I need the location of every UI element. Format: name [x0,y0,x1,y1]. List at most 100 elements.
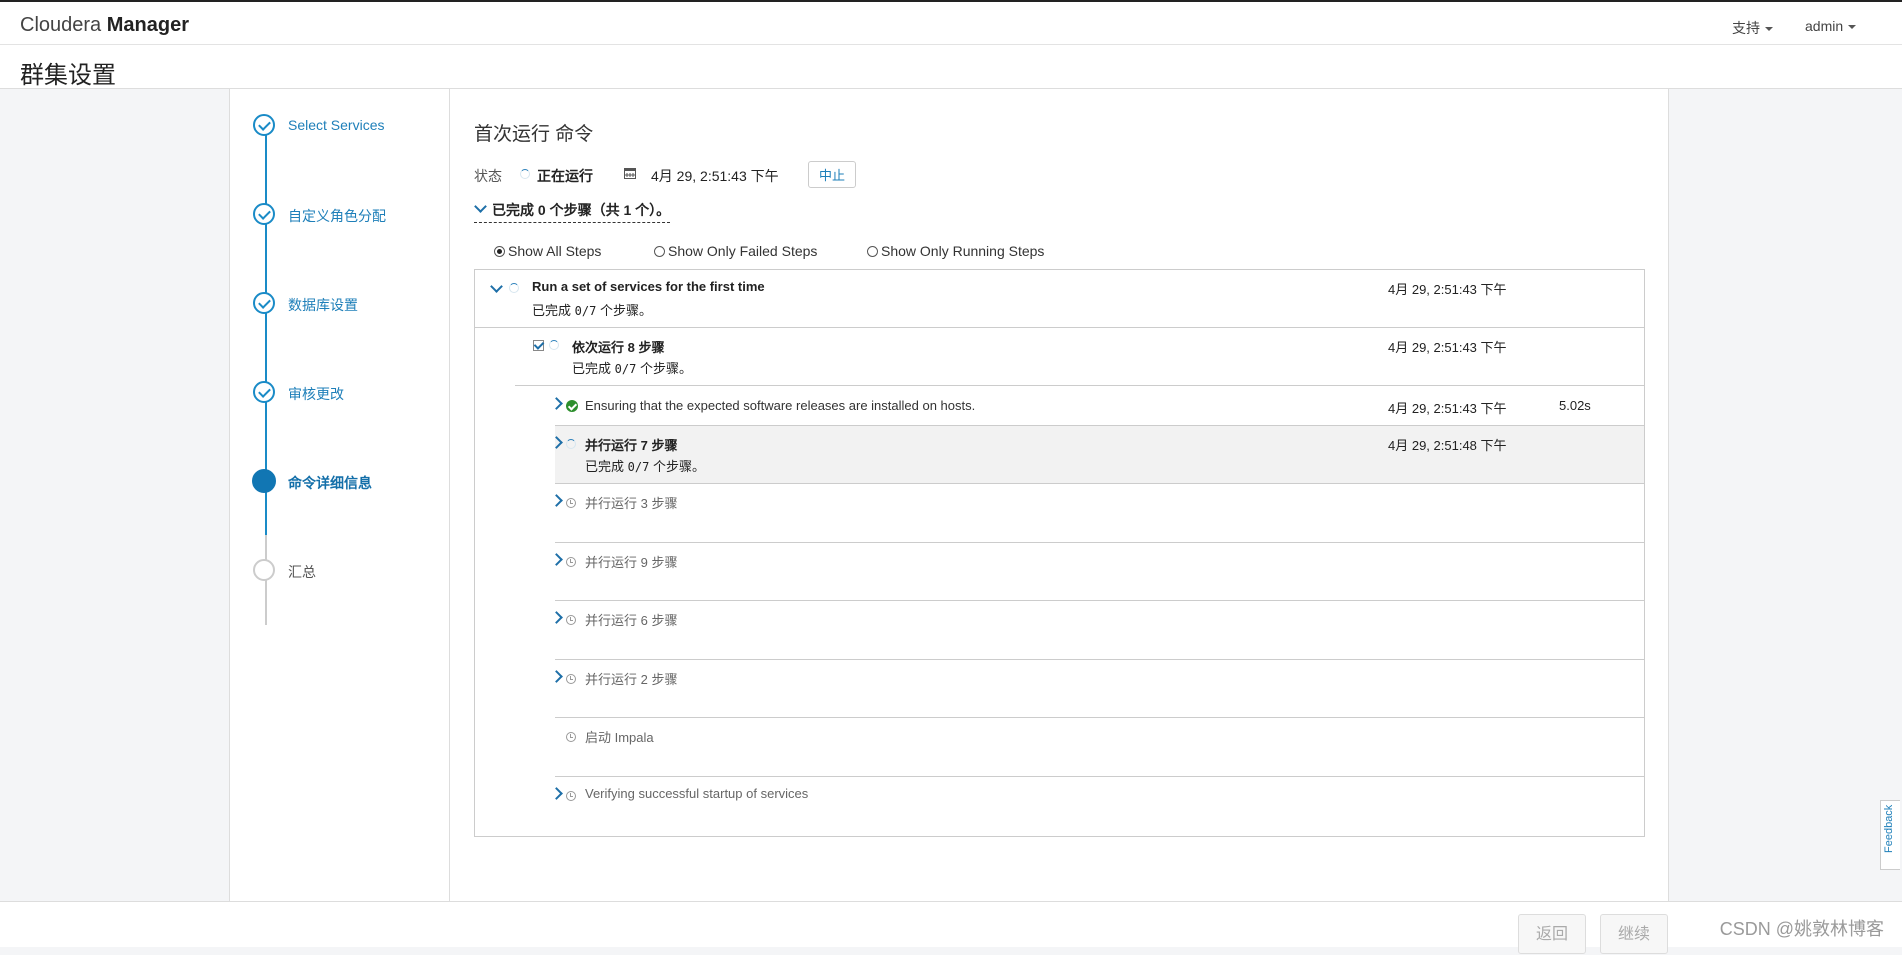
brand-name-bold: Manager [106,14,189,36]
active-step-icon [252,469,276,493]
chevron-down-icon [1765,27,1773,32]
filter-label: Show Only Running Steps [881,243,1045,259]
progress-prefix: 已完成 [532,303,572,318]
checkbox-checked-icon[interactable] [533,340,544,351]
watermark: CSDN @姚敦林博客 [1719,919,1884,939]
step-duration: 5.02s [1559,398,1591,413]
feedback-tab[interactable]: Feedback [1880,800,1900,870]
progress-count: 0/7 [574,304,597,318]
success-check-icon [566,400,578,412]
steps-table: Run a set of services for the first time… [474,269,1645,837]
step-time: 4月 29, 2:51:43 下午 [1388,340,1507,355]
chevron-right-icon[interactable] [550,611,563,624]
step-title: 并行运行 9 步骤 [585,555,678,570]
filter-all-steps[interactable]: Show All Steps [494,243,601,259]
spinner-icon [566,439,576,449]
step-row: 启动 Impala [555,718,1644,777]
clock-icon [566,674,576,684]
spinner-icon [509,283,519,293]
completed-steps-text: 已完成 0 个步骤（共 1 个）。 [492,202,671,218]
step-title: Verifying successful startup of services [585,786,809,801]
footer-bar: 返回 继续 [0,901,1902,954]
wizard-step-label: 审核更改 [288,386,344,402]
step-title: 并行运行 7 步骤 [585,438,678,453]
step-title: 启动 Impala [585,730,654,745]
back-button[interactable]: 返回 [1518,914,1586,954]
step-title: 并行运行 3 步骤 [585,496,678,511]
check-circle-icon [253,381,275,403]
spinner-icon [520,169,530,179]
filter-label: Show All Steps [508,243,602,259]
check-circle-icon [253,203,275,225]
command-title: 首次运行 命令 [474,124,594,145]
feedback-label: Feedback [1883,804,1895,853]
brand-logo[interactable]: Cloudera Manager [20,14,189,37]
step-row: 并行运行 7 步骤 已完成 0/7 个步骤。 4月 29, 2:51:48 下午 [550,426,1644,484]
step-time: 4月 29, 2:51:48 下午 [1388,438,1507,453]
clock-icon [566,498,576,508]
progress-prefix: 已完成 [572,361,612,376]
filter-failed-steps[interactable]: Show Only Failed Steps [654,243,817,259]
step-title: 依次运行 8 步骤 [572,340,665,355]
step-progress: 已完成 0/7 个步骤。 [585,456,705,475]
chevron-right-icon[interactable] [550,670,563,683]
wizard-step-label: 汇总 [288,564,316,580]
wizard-step-label: 命令详细信息 [288,475,372,491]
completed-steps-toggle[interactable]: 已完成 0 个步骤（共 1 个）。 [474,200,671,223]
continue-button[interactable]: 继续 [1600,914,1668,954]
step-row: Verifying successful startup of services [550,777,1644,836]
chevron-right-icon[interactable] [550,436,563,449]
step-title: Ensuring that the expected software rele… [585,398,976,413]
status-value: 正在运行 [537,168,593,184]
radio-icon[interactable] [654,246,665,257]
chevron-right-icon[interactable] [550,553,563,566]
clock-icon [566,791,576,801]
radio-selected-icon[interactable] [494,246,505,257]
chevron-right-icon[interactable] [550,397,563,410]
step-time: 4月 29, 2:51:43 下午 [1388,282,1507,297]
brand-name-light: Cloudera [20,14,102,36]
title-bar: 群集设置 [0,45,1902,89]
step-row: 并行运行 2 步骤 [550,660,1644,718]
filter-running-steps[interactable]: Show Only Running Steps [867,243,1044,259]
chevron-down-icon [1848,25,1857,30]
pending-step-icon [253,559,275,581]
radio-icon[interactable] [867,246,878,257]
user-menu-label: admin [1805,18,1844,34]
wizard-step-label: Select Services [288,117,385,133]
check-circle-icon [253,114,275,136]
step-progress: 已完成 0/7 个步骤。 [572,358,692,377]
check-circle-icon [253,292,275,314]
top-navbar: Cloudera Manager 支持 admin [0,2,1902,45]
step-row: Ensuring that the expected software rele… [550,386,1644,426]
step-row: 并行运行 9 步骤 [550,543,1644,601]
progress-suffix: 个步骤。 [639,361,692,376]
chevron-right-icon[interactable] [550,787,563,800]
step-time: 4月 29, 2:51:43 下午 [1388,401,1507,416]
main-content: 首次运行 命令 状态 正在运行 4月 29, 2:51:43 下午 中止 已完成… [450,89,1669,901]
step-title: 并行运行 6 步骤 [585,613,678,628]
clock-icon [566,615,576,625]
page-title: 群集设置 [20,62,116,89]
progress-count: 0/7 [614,362,637,376]
status-start-time: 4月 29, 2:51:43 下午 [651,168,779,184]
wizard-step-label: 自定义角色分配 [288,208,386,224]
step-progress: 已完成 0/7 个步骤。 [532,300,652,319]
chevron-down-icon[interactable] [490,280,503,293]
chevron-right-icon[interactable] [550,494,563,507]
clock-icon [566,732,576,742]
wizard-steps: Select Services 自定义角色分配 数据库设置 审核更改 命令详细信… [229,89,450,901]
step-row: 并行运行 3 步骤 [550,484,1644,543]
support-menu-label: 支持 [1732,20,1760,36]
progress-count: 0/7 [627,460,650,474]
step-title: Run a set of services for the first time [532,279,765,294]
step-row: 并行运行 6 步骤 [550,601,1644,660]
status-label: 状态 [474,168,502,184]
clock-icon [566,557,576,567]
progress-suffix: 个步骤。 [652,459,705,474]
support-menu[interactable]: 支持 [1732,18,1773,38]
progress-suffix: 个步骤。 [599,303,652,318]
calendar-icon [624,168,636,179]
user-menu[interactable]: admin [1805,18,1857,34]
abort-button[interactable]: 中止 [808,161,856,188]
